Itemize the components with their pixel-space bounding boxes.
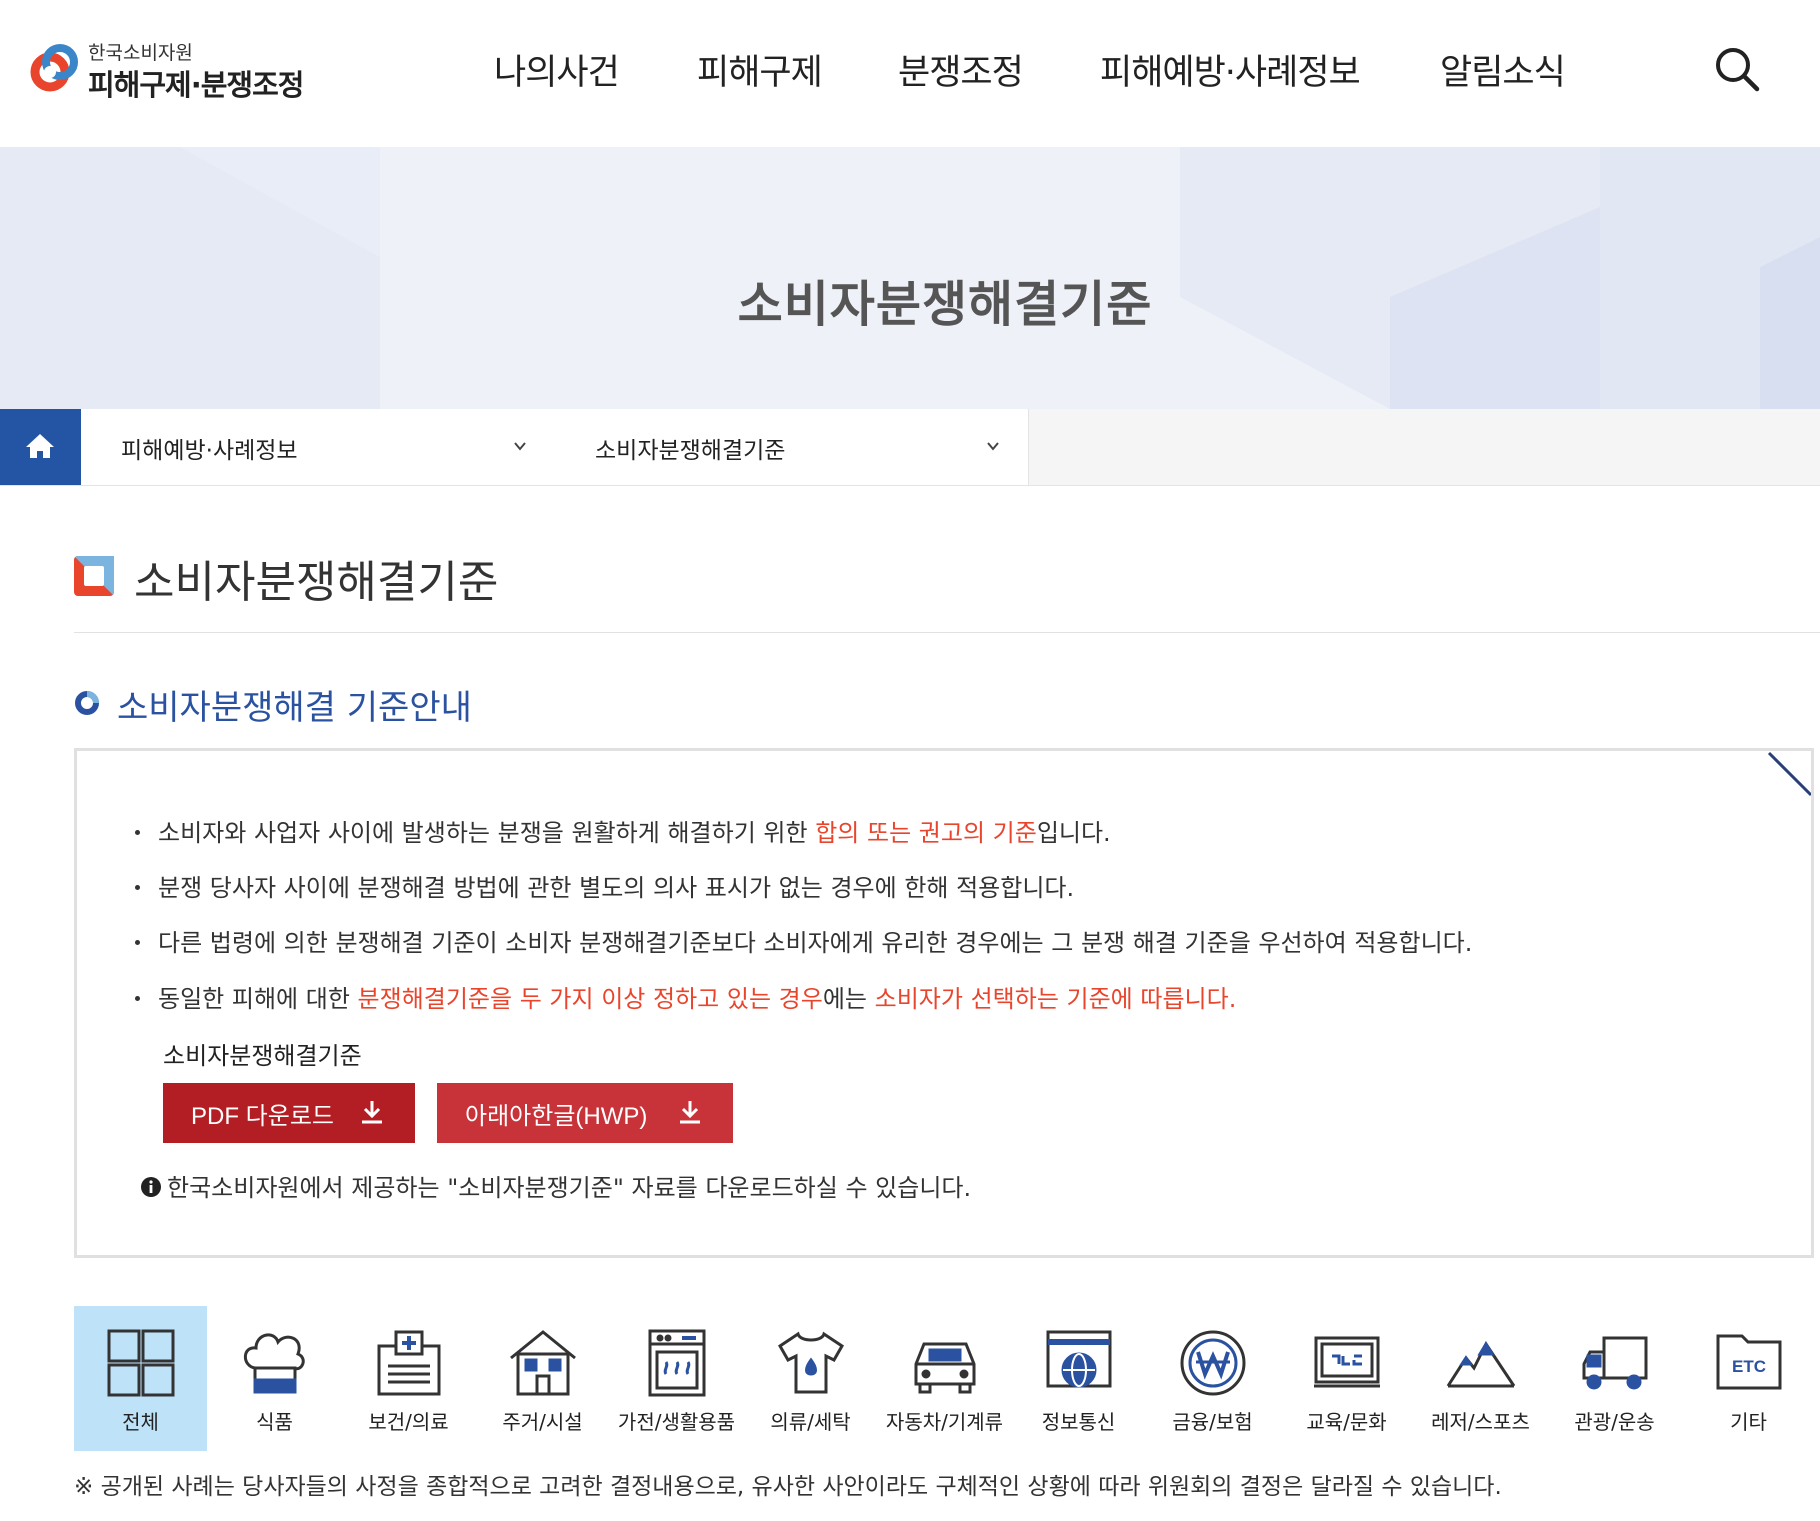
- category-label: 자동차/기계류: [885, 1410, 1004, 1434]
- category-tabs: 전체 식품 보건/의료 주거/시설 가전/생활용품 의류/세탁 자동차/기계류 …: [74, 1306, 1814, 1451]
- category-label: 식품: [256, 1410, 293, 1434]
- category-tab-telecom[interactable]: 정보통신: [1012, 1306, 1145, 1451]
- page-title: 소비자분쟁해결기준: [134, 557, 499, 608]
- home-icon: [26, 434, 54, 458]
- info-box: 소비자와 사업자 사이에 발생하는 분쟁을 원활하게 해결하기 위한 합의 또는…: [74, 748, 1814, 1258]
- category-tab-all[interactable]: 전체: [74, 1306, 207, 1451]
- nav-my-case[interactable]: 나의사건: [494, 44, 620, 95]
- download-note: 한국소비자원에서 제공하는 "소비자분쟁기준" 자료를 다운로드하실 수 있습니…: [141, 1168, 971, 1203]
- info-icon: [141, 1177, 161, 1197]
- grid-icon: [107, 1329, 175, 1397]
- breadcrumb-home-button[interactable]: [0, 409, 81, 485]
- nav-prevention-cases[interactable]: 피해예방·사례정보: [1100, 44, 1361, 95]
- category-label: 가전/생활용품: [617, 1410, 736, 1434]
- category-tab-etc[interactable]: ETC 기타: [1682, 1306, 1815, 1451]
- info-bullet-1: 소비자와 사업자 사이에 발생하는 분쟁을 원활하게 해결하기 위한 합의 또는…: [135, 813, 1111, 848]
- search-icon[interactable]: [1712, 44, 1762, 94]
- nav-damage-relief[interactable]: 피해구제: [697, 44, 823, 95]
- banner-title: 소비자분쟁해결기준: [737, 276, 1153, 333]
- mountain-icon: [1446, 1341, 1516, 1388]
- truck-icon: [1582, 1336, 1648, 1390]
- title-divider: [74, 632, 1820, 633]
- category-tab-education[interactable]: 교육/문화: [1280, 1306, 1413, 1451]
- category-label: 정보통신: [1041, 1410, 1116, 1434]
- category-tab-appliances[interactable]: 가전/생활용품: [610, 1306, 743, 1451]
- info-bullet-3: 다른 법령에 의한 분쟁해결 기준이 소비자 분쟁해결기준보다 소비자에게 유리…: [135, 923, 1472, 958]
- chevron-down-icon: [514, 442, 526, 451]
- category-label: 교육/문화: [1306, 1410, 1387, 1434]
- category-label: 레저/스포츠: [1431, 1410, 1530, 1434]
- breadcrumb-level1-select[interactable]: 피해예방·사례정보: [81, 409, 556, 485]
- logo-subtitle: 한국소비자원: [88, 42, 193, 64]
- hwp-download-button[interactable]: 아래아한글(HWP): [437, 1083, 733, 1143]
- blackboard-icon: [1314, 1336, 1380, 1388]
- info-bullet-2: 분쟁 당사자 사이에 분쟁해결 방법에 관한 별도의 의사 표시가 없는 경우에…: [135, 868, 1074, 903]
- category-label: 금융/보험: [1172, 1410, 1253, 1434]
- breadcrumb-level2-select[interactable]: 소비자분쟁해결기준: [555, 409, 1029, 485]
- breadcrumb-level1-label: 피해예방·사례정보: [121, 438, 298, 464]
- site-logo[interactable]: 한국소비자원 피해구제·분쟁조정: [28, 36, 348, 106]
- logo-title: 피해구제·분쟁조정: [88, 68, 304, 102]
- chef-hat-icon: [243, 1333, 305, 1394]
- download-icon: [362, 1101, 382, 1124]
- logo-mark-icon: [30, 44, 78, 92]
- category-label: 관광/운송: [1574, 1410, 1655, 1434]
- globe-window-icon: [1046, 1330, 1112, 1388]
- info-bullet-4: 동일한 피해에 대한 분쟁해결기준을 두 가지 이상 정하고 있는 경우에는 소…: [135, 979, 1236, 1014]
- medical-chart-icon: [377, 1330, 441, 1396]
- title-square-icon: [74, 556, 114, 596]
- download-icon: [680, 1101, 700, 1124]
- pdf-download-label: PDF 다운로드: [191, 1102, 334, 1130]
- nav-notices[interactable]: 알림소식: [1440, 44, 1566, 95]
- etc-folder-icon: ETC: [1716, 1334, 1782, 1390]
- svg-text:ETC: ETC: [1732, 1357, 1766, 1376]
- footnote: ※ 공개된 사례는 당사자들의 사정을 종합적으로 고려한 결정내용으로, 유사…: [74, 1474, 1502, 1500]
- site-header: 한국소비자원 피해구제·분쟁조정 나의사건 피해구제 분쟁조정 피해예방·사례정…: [0, 0, 1820, 147]
- download-label: 소비자분쟁해결기준: [163, 1042, 362, 1070]
- breadcrumb-level2-label: 소비자분쟁해결기준: [595, 438, 786, 464]
- pdf-download-button[interactable]: PDF 다운로드: [163, 1083, 415, 1143]
- category-label: 전체: [122, 1410, 159, 1434]
- page-banner: 소비자분쟁해결기준: [0, 147, 1820, 409]
- category-tab-travel[interactable]: 관광/운송: [1548, 1306, 1681, 1451]
- category-label: 기타: [1730, 1410, 1767, 1434]
- category-label: 보건/의료: [368, 1410, 449, 1434]
- shirt-icon: [778, 1331, 844, 1394]
- section-ring-icon: [75, 691, 99, 715]
- category-tab-health[interactable]: 보건/의료: [342, 1306, 475, 1451]
- won-coin-icon: [1180, 1330, 1246, 1396]
- oven-icon: [648, 1329, 706, 1397]
- section-title: 소비자분쟁해결 기준안내: [117, 688, 472, 728]
- nav-dispute-mediation[interactable]: 분쟁조정: [898, 44, 1024, 95]
- hwp-download-label: 아래아한글(HWP): [465, 1102, 648, 1130]
- car-icon: [914, 1342, 976, 1394]
- category-label: 의류/세탁: [770, 1410, 851, 1434]
- category-tab-food[interactable]: 식품: [208, 1306, 341, 1451]
- breadcrumb: 피해예방·사례정보 소비자분쟁해결기준: [0, 409, 1820, 486]
- house-icon: [510, 1330, 576, 1396]
- category-tab-vehicles[interactable]: 자동차/기계류: [878, 1306, 1011, 1451]
- category-tab-housing[interactable]: 주거/시설: [476, 1306, 609, 1451]
- corner-accent: [1767, 751, 1811, 797]
- category-tab-leisure[interactable]: 레저/스포츠: [1414, 1306, 1547, 1451]
- category-label: 주거/시설: [502, 1410, 583, 1434]
- category-tab-clothing[interactable]: 의류/세탁: [744, 1306, 877, 1451]
- category-tab-finance[interactable]: 금융/보험: [1146, 1306, 1279, 1451]
- chevron-down-icon: [987, 442, 999, 451]
